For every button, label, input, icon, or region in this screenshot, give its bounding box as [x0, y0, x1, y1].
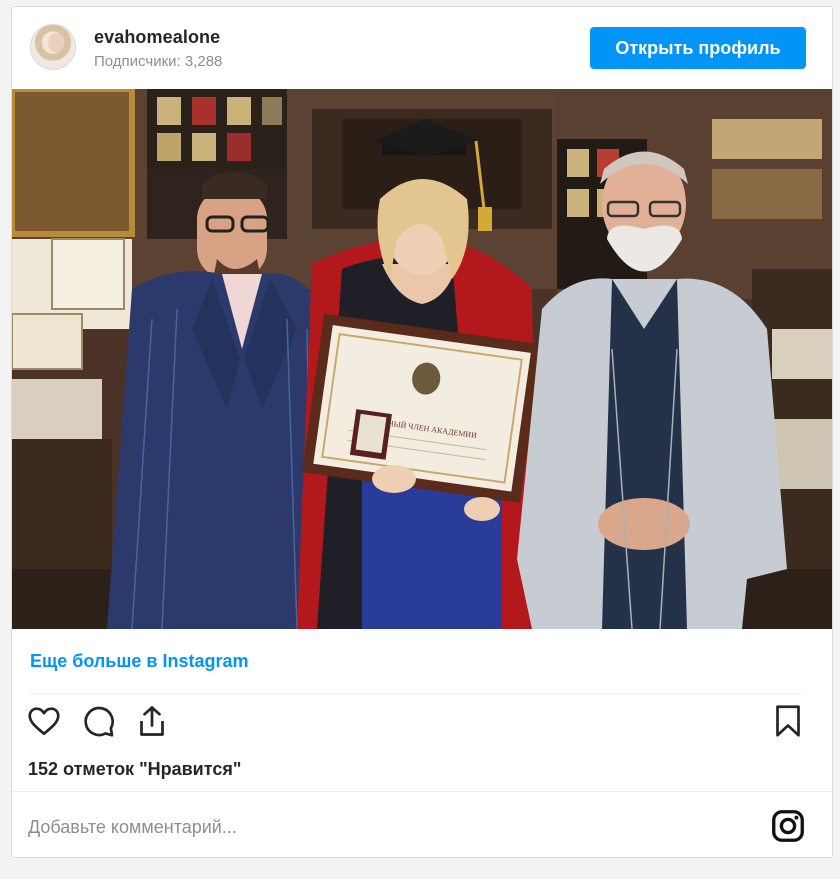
- post-header: evahomealone Подписчики: 3,288 Открыть п…: [12, 7, 832, 89]
- post-photo[interactable]: ПОЧЁТНЫЙ ЧЛЕН АКАДЕМИИ: [12, 89, 832, 629]
- action-bar: [12, 703, 832, 747]
- more-on-instagram-link[interactable]: Еще больше в Instagram: [30, 651, 248, 672]
- followers-count: Подписчики: 3,288: [94, 53, 223, 70]
- comment-icon[interactable]: [80, 703, 120, 743]
- bookmark-icon[interactable]: [770, 703, 810, 743]
- instagram-embed-card: evahomealone Подписчики: 3,288 Открыть п…: [11, 6, 833, 858]
- avatar[interactable]: [30, 24, 76, 70]
- comment-input[interactable]: [26, 810, 630, 844]
- likes-count[interactable]: 152 отметок "Нравится": [28, 759, 241, 780]
- open-profile-button[interactable]: Открыть профиль: [590, 27, 806, 69]
- heart-icon[interactable]: [26, 703, 66, 743]
- share-icon[interactable]: [134, 703, 174, 743]
- username[interactable]: evahomealone: [94, 27, 220, 48]
- comment-bar: [12, 791, 832, 857]
- divider: [30, 693, 804, 694]
- instagram-icon[interactable]: [770, 808, 806, 844]
